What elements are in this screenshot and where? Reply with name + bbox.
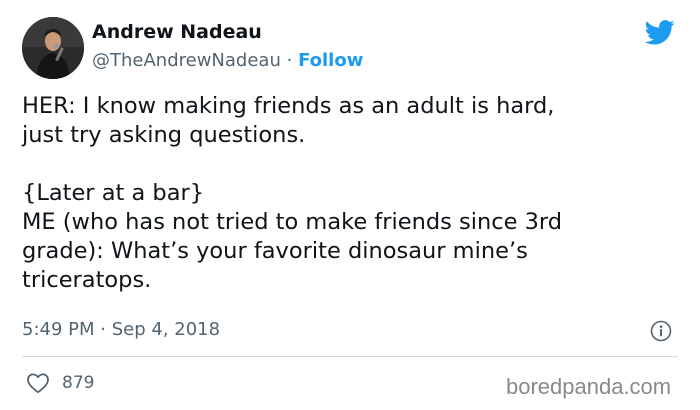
separator-dot: · bbox=[100, 319, 106, 340]
author-name[interactable]: Andrew Nadeau bbox=[92, 21, 262, 43]
tweet-time: 5:49 PM bbox=[22, 319, 95, 340]
tweet-date: Sep 4, 2018 bbox=[111, 319, 221, 340]
heart-icon[interactable] bbox=[26, 372, 50, 394]
tweet-line: HER: I know making friends as an adult i… bbox=[22, 93, 555, 119]
tweet-line: ME (who has not tried to make friends si… bbox=[22, 209, 563, 235]
tweet-line: {Later at a bar} bbox=[22, 180, 205, 206]
info-icon[interactable] bbox=[650, 320, 672, 342]
tweet-text: HER: I know making friends as an adult i… bbox=[22, 92, 682, 295]
tweet-timestamp[interactable]: 5:49 PM · Sep 4, 2018 bbox=[22, 319, 220, 340]
twitter-bird-icon[interactable] bbox=[645, 19, 675, 46]
tweet-line: just try asking questions. bbox=[22, 122, 306, 148]
avatar[interactable] bbox=[22, 17, 84, 79]
tweet-line: triceratops. bbox=[22, 267, 152, 293]
divider bbox=[22, 356, 678, 357]
watermark: boredpanda.com bbox=[506, 374, 672, 399]
author-handle[interactable]: @TheAndrewNadeau bbox=[92, 50, 281, 71]
follow-button[interactable]: Follow bbox=[298, 50, 363, 71]
author-handle-row: @TheAndrewNadeau · Follow bbox=[92, 50, 363, 71]
like-count: 879 bbox=[62, 373, 95, 393]
tweet-line: grade): What’s your favorite dinosaur mi… bbox=[22, 238, 528, 264]
separator-dot: · bbox=[286, 50, 293, 71]
